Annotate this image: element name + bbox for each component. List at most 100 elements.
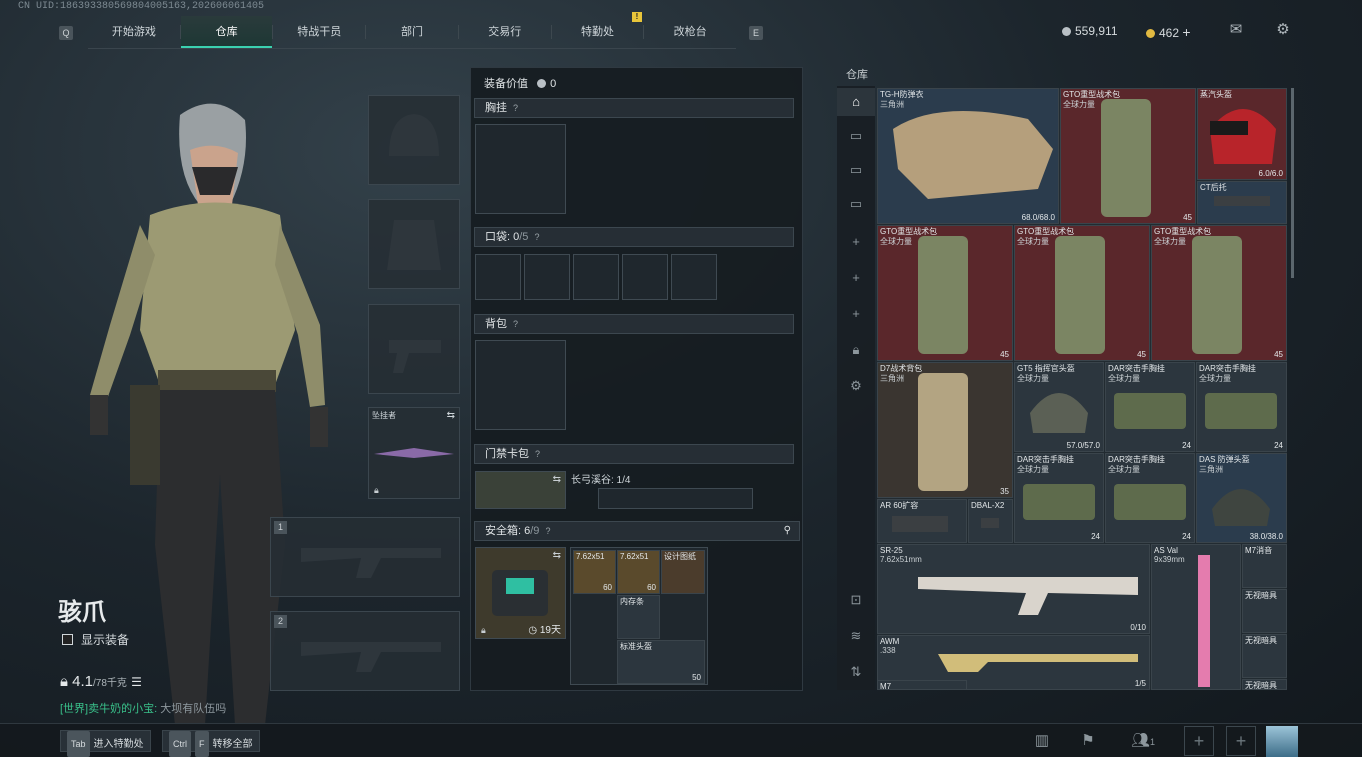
add-member-button[interactable]: + bbox=[1226, 726, 1256, 756]
tab-department[interactable]: 部门 bbox=[366, 16, 458, 48]
pocket-slot[interactable] bbox=[622, 254, 668, 300]
help-icon[interactable]: ? bbox=[513, 99, 518, 117]
storage-item[interactable]: 无视暗具 bbox=[1242, 634, 1287, 678]
storage-item[interactable]: DAR突击手胸挂 全球力量 24 bbox=[1014, 453, 1104, 543]
helmet-slot[interactable] bbox=[368, 95, 460, 185]
enter-special-ops-button[interactable]: Tab 进入特勤处 bbox=[60, 730, 151, 757]
storage-item[interactable]: GTO重型战术包 全球力量 45 bbox=[877, 225, 1013, 361]
nav-prev-key[interactable]: Q bbox=[59, 26, 73, 40]
safebox-item[interactable]: 7.62x51 60 bbox=[573, 550, 616, 594]
safebox-item[interactable]: 7.62x51 60 bbox=[617, 550, 660, 594]
weight-value: 4.1 bbox=[72, 673, 94, 690]
pocket-slot[interactable] bbox=[671, 254, 717, 300]
storage-item[interactable]: TG-H防弹衣 三角洲 68.0/68.0 bbox=[877, 88, 1059, 224]
keycard-slot[interactable] bbox=[598, 488, 753, 509]
swap-icon[interactable]: ⇆ bbox=[447, 410, 455, 421]
gear-icon[interactable]: ⚙ bbox=[837, 372, 875, 400]
item-sub: 全球力量 bbox=[1017, 465, 1049, 474]
storage-item[interactable]: D7战术背包 三角洲 35 bbox=[877, 362, 1013, 498]
help-icon[interactable]: ? bbox=[534, 228, 539, 246]
pin-icon[interactable]: ⚲ bbox=[784, 522, 791, 540]
safebox-item[interactable]: 内存条 bbox=[617, 595, 660, 639]
pocket-slot[interactable] bbox=[573, 254, 619, 300]
storage-tab-3-icon[interactable]: ▭ bbox=[837, 190, 875, 218]
avatar[interactable] bbox=[1266, 726, 1298, 757]
storage-item[interactable]: 蒸汽头盔 6.0/6.0 bbox=[1197, 88, 1287, 180]
transfer-all-button[interactable]: Ctrl F 转移全部 bbox=[162, 730, 260, 757]
storage-scrollbar[interactable] bbox=[1291, 88, 1294, 278]
item-sub: 三角洲 bbox=[1199, 465, 1223, 474]
chat-message: 大坝有队伍吗 bbox=[160, 703, 227, 715]
add-tab-icon[interactable]: + bbox=[837, 228, 875, 256]
storage-item[interactable]: AR 60扩容 bbox=[877, 499, 967, 543]
tab-storage[interactable]: 仓库 bbox=[180, 16, 273, 48]
add-member-button[interactable]: + bbox=[1184, 726, 1214, 756]
storage-item[interactable]: DAR突击手胸挂 全球力量 24 bbox=[1196, 362, 1287, 452]
help-icon[interactable]: ? bbox=[545, 522, 550, 540]
storage-item[interactable]: GTO重型战术包 全球力量 45 bbox=[1151, 225, 1287, 361]
storage-item[interactable]: DAR突击手胸挂 全球力量 24 bbox=[1105, 453, 1195, 543]
sort-icon[interactable]: ⇅ bbox=[837, 658, 875, 686]
keycard-pouch-slot[interactable]: ⇆ bbox=[475, 471, 566, 509]
backpack-slot[interactable] bbox=[475, 340, 566, 430]
lock-icon[interactable]: 🔒︎ bbox=[837, 336, 875, 364]
filter-icon[interactable]: ⊡ bbox=[837, 586, 875, 614]
primary-weapon-slot[interactable]: 1 bbox=[270, 517, 460, 597]
item-durability: 6.0/6.0 bbox=[1258, 169, 1283, 178]
safebox-max: /9 bbox=[530, 525, 540, 537]
storage-item[interactable]: CT后托 bbox=[1197, 181, 1287, 224]
storage-item[interactable]: DAS 防弹头盔 三角洲 38.0/38.0 bbox=[1196, 453, 1287, 543]
chest-rig-slot[interactable] bbox=[475, 124, 566, 214]
armor-slot[interactable] bbox=[368, 199, 460, 289]
tab-special-ops[interactable]: 特勤处 bbox=[552, 16, 644, 48]
swap-icon[interactable]: ⇆ bbox=[553, 550, 561, 561]
storage-item[interactable]: 无视暗具 bbox=[1242, 679, 1287, 690]
flag-icon[interactable]: ⚑ bbox=[1068, 728, 1108, 754]
nav-next-key[interactable]: E bbox=[749, 26, 763, 40]
backpack-header: 背包? bbox=[474, 314, 794, 334]
storage-item[interactable]: 无视暗具 bbox=[1242, 589, 1287, 633]
storage-item[interactable]: DAR突击手胸挂 全球力量 24 bbox=[1105, 362, 1195, 452]
safebox-item[interactable]: 标准头盔 50 bbox=[617, 640, 705, 684]
pocket-slot[interactable] bbox=[524, 254, 570, 300]
storage-home-icon[interactable]: ⌂ bbox=[837, 88, 875, 116]
storage-item[interactable]: GTO重型战术包 全球力量 45 bbox=[1014, 225, 1150, 361]
gear-icon[interactable]: ⚙ bbox=[1274, 22, 1292, 38]
show-equipment-toggle[interactable]: 显示装备 bbox=[62, 631, 129, 648]
stats-icon[interactable]: ▥ bbox=[1022, 728, 1062, 754]
swap-icon[interactable]: ⇆ bbox=[553, 474, 561, 485]
add-tab-icon[interactable]: + bbox=[837, 264, 875, 292]
storage-tab-2-icon[interactable]: ▭ bbox=[837, 156, 875, 184]
pocket-slot[interactable] bbox=[475, 254, 521, 300]
list-icon[interactable]: ☰ bbox=[131, 675, 142, 689]
rifle-silhouette-icon bbox=[301, 548, 441, 578]
storage-item[interactable]: M7 bbox=[877, 680, 967, 690]
layers-icon[interactable]: ≋ bbox=[837, 622, 875, 650]
squad-icon[interactable]: 👥︎1 bbox=[1118, 728, 1168, 754]
chat-line[interactable]: [世界]卖牛奶的小宝: 大坝有队伍吗 bbox=[60, 700, 226, 716]
storage-item[interactable]: AS Val 9x39mm bbox=[1151, 544, 1241, 690]
storage-item[interactable]: GT5 指挥官头盔 全球力量 57.0/57.0 bbox=[1014, 362, 1104, 452]
storage-item[interactable]: DBAL-X2 bbox=[968, 499, 1013, 543]
pendant-slot[interactable]: 坠挂者 ⇆ 🔒︎ bbox=[368, 407, 460, 499]
tab-gunsmith[interactable]: 改枪台 bbox=[644, 16, 736, 48]
storage-item[interactable]: M7消音 bbox=[1242, 544, 1287, 588]
tab-operators[interactable]: 特战干员 bbox=[273, 16, 365, 48]
safebox-slot[interactable]: ⇆ 🔒︎ ◷ 19天 bbox=[475, 547, 566, 639]
add-tab-icon[interactable]: + bbox=[837, 300, 875, 328]
gold-add-button[interactable]: + bbox=[1182, 24, 1190, 40]
item-sub: 7.62x51mm bbox=[880, 555, 922, 564]
storage-tab-1-icon[interactable]: ▭ bbox=[837, 122, 875, 150]
help-icon[interactable]: ? bbox=[535, 445, 540, 463]
tab-start-game[interactable]: 开始游戏 bbox=[88, 16, 180, 48]
storage-item[interactable]: GTO重型战术包 全球力量 45 bbox=[1060, 88, 1196, 224]
tab-trade[interactable]: 交易行 bbox=[459, 16, 551, 48]
checkbox-icon[interactable] bbox=[62, 634, 73, 645]
secondary-weapon-slot[interactable]: 2 bbox=[270, 611, 460, 691]
pistol-slot[interactable] bbox=[368, 304, 460, 394]
item-name: 内存条 bbox=[620, 597, 644, 606]
help-icon[interactable]: ? bbox=[513, 315, 518, 333]
safebox-item[interactable]: 设计图纸 bbox=[661, 550, 705, 594]
mail-icon[interactable]: ✉ bbox=[1227, 22, 1245, 38]
storage-item[interactable]: SR-25 7.62x51mm 0/10 bbox=[877, 544, 1150, 634]
